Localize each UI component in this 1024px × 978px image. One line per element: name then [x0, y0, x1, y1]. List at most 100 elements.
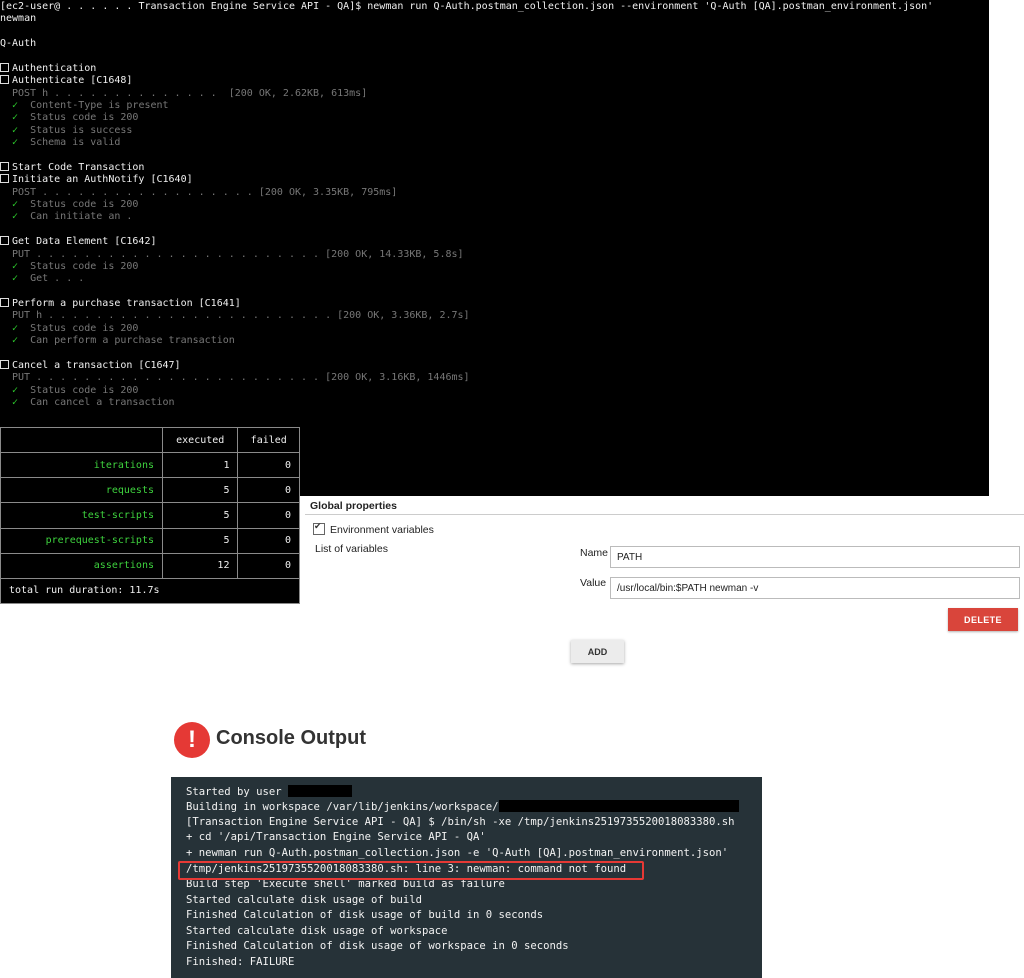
global-properties-title: Global properties — [310, 500, 397, 512]
folder-line: Perform a purchase transaction [C1641] — [0, 298, 241, 310]
global-properties-panel: Global properties Environment variables … — [305, 496, 1024, 606]
folder-line: Initiate an AuthNotify [C1640] — [0, 174, 193, 186]
error-icon: ! — [174, 722, 210, 758]
folder-line: Authentication — [0, 63, 96, 75]
summary-row: test-scripts 5 0 — [0, 502, 300, 529]
folder-label: Get Data Element [C1642] — [12, 236, 157, 247]
request-line: PUT h . . . . . . . . . . . . . . . . . … — [12, 310, 470, 321]
console-line: + cd '/api/Transaction Engine Service AP… — [186, 831, 486, 843]
assertion-label: Status code is 200 — [18, 112, 139, 123]
redacted-block — [498, 800, 739, 812]
environment-variables-checkbox[interactable] — [313, 521, 325, 535]
assertion-label: Content-Type is present — [18, 100, 169, 111]
request-line: PUT . . . . . . . . . . . . . . . . . . … — [12, 249, 464, 260]
terminal-window: [ec2-user@ . . . . . . Transaction Engin… — [0, 0, 989, 496]
console-line: Finished: FAILURE — [186, 956, 295, 968]
summary-row-executed: 12 — [161, 552, 239, 579]
folder-icon — [0, 236, 9, 245]
folder-line: Authenticate [C1648] — [0, 75, 132, 87]
assertion-label: Schema is valid — [18, 137, 121, 148]
folder-icon — [0, 360, 9, 369]
summary-header-row: executed failed — [0, 426, 300, 454]
console-line: Finished Calculation of disk usage of bu… — [186, 909, 544, 921]
folder-line: Get Data Element [C1642] — [0, 236, 157, 248]
console-line: Started by user — [186, 785, 353, 798]
folder-icon — [0, 75, 9, 84]
folder-icon — [0, 174, 9, 183]
console-line: Started calculate disk usage of build — [186, 894, 422, 906]
collection-name: Q-Auth — [0, 38, 37, 49]
variable-value-input[interactable] — [610, 577, 1020, 599]
assertion-label: Can initiate an . — [18, 211, 133, 222]
summary-total-row: total run duration: 11.7s — [0, 577, 300, 605]
list-of-variables-label: List of variables — [315, 543, 388, 555]
assertion-line: ✓ Can cancel a transaction — [12, 397, 175, 409]
assertion-line: ✓ Status is success — [12, 125, 132, 137]
summary-row: prerequest-scripts 5 0 — [0, 527, 300, 554]
summary-row: requests 5 0 — [0, 477, 300, 504]
error-highlight-box — [178, 861, 644, 880]
add-button[interactable]: ADD — [571, 640, 624, 663]
summary-row-executed: 5 — [161, 502, 239, 529]
assertion-label: Status code is 200 — [18, 261, 139, 272]
assertion-label: Status code is 200 — [18, 385, 139, 396]
folder-label: Perform a purchase transaction [C1641] — [12, 298, 241, 309]
folder-icon — [0, 162, 9, 171]
name-label: Name — [580, 547, 609, 559]
summary-row-executed: 5 — [161, 527, 239, 554]
summary-row-failed: 0 — [237, 552, 300, 579]
assertion-label: Status code is 200 — [18, 199, 139, 210]
folder-line: Cancel a transaction [C1647] — [0, 360, 181, 372]
summary-header-empty — [0, 426, 163, 454]
redacted-block — [288, 785, 353, 797]
summary-header-executed: executed — [161, 426, 239, 454]
variable-name-input[interactable] — [610, 546, 1020, 568]
assertion-line: ✓ Schema is valid — [12, 137, 120, 149]
folder-icon — [0, 63, 9, 72]
summary-row-failed: 0 — [237, 527, 300, 554]
summary-row-executed: 5 — [161, 477, 239, 504]
assertion-line: ✓ Status code is 200 — [12, 323, 138, 335]
summary-total-duration: total run duration: 11.7s — [0, 577, 300, 605]
console-line: Started calculate disk usage of workspac… — [186, 925, 448, 937]
folder-line: Start Code Transaction — [0, 162, 144, 174]
assertion-line: ✓ Get . . . — [12, 273, 84, 285]
assertion-line: ✓ Can perform a purchase transaction — [12, 335, 235, 347]
assertion-label: Get . . . — [18, 273, 85, 284]
assertion-label: Can cancel a transaction — [18, 397, 175, 408]
folder-icon — [0, 298, 9, 307]
folder-label: Initiate an AuthNotify [C1640] — [12, 174, 193, 185]
delete-button[interactable]: DELETE — [948, 608, 1018, 631]
console-line: [Transaction Engine Service API - QA] $ … — [186, 816, 735, 828]
console-line-text: Building in workspace /var/lib/jenkins/w… — [186, 801, 499, 813]
summary-row: assertions 12 0 — [0, 552, 300, 579]
folder-label: Authentication — [12, 63, 97, 74]
assertion-label: Status code is 200 — [18, 323, 139, 334]
folder-label: Cancel a transaction [C1647] — [12, 360, 181, 371]
environment-variables-label: Environment variables — [330, 524, 434, 536]
summary-row-failed: 0 — [237, 452, 300, 479]
terminal-cli-name: newman — [0, 13, 37, 24]
summary-row-failed: 0 — [237, 502, 300, 529]
console-line: Building in workspace /var/lib/jenkins/w… — [186, 800, 739, 813]
summary-row-name: assertions — [0, 552, 163, 579]
value-label: Value — [580, 577, 607, 589]
assertion-line: ✓ Status code is 200 — [12, 385, 138, 397]
console-output-title: Console Output — [216, 727, 366, 749]
summary-row-name: prerequest-scripts — [0, 527, 163, 554]
assertion-line: ✓ Status code is 200 — [12, 261, 138, 273]
terminal-command-line: [ec2-user@ . . . . . . Transaction Engin… — [0, 1, 934, 12]
assertion-line: ✓ Status code is 200 — [12, 112, 138, 124]
request-line: POST h . . . . . . . . . . . . . . [200 … — [12, 88, 368, 99]
summary-row-failed: 0 — [237, 477, 300, 504]
summary-row-name: requests — [0, 477, 163, 504]
summary-row-name: iterations — [0, 452, 163, 479]
summary-row-name: test-scripts — [0, 502, 163, 529]
folder-label: Authenticate [C1648] — [12, 75, 133, 86]
request-line: PUT . . . . . . . . . . . . . . . . . . … — [12, 372, 470, 383]
summary-row: iterations 1 0 — [0, 452, 300, 479]
assertion-line: ✓ Can initiate an . — [12, 211, 132, 223]
console-line-text: Started by user — [186, 786, 289, 798]
assertion-line: ✓ Content-Type is present — [12, 100, 169, 112]
assertion-label: Status is success — [18, 125, 133, 136]
